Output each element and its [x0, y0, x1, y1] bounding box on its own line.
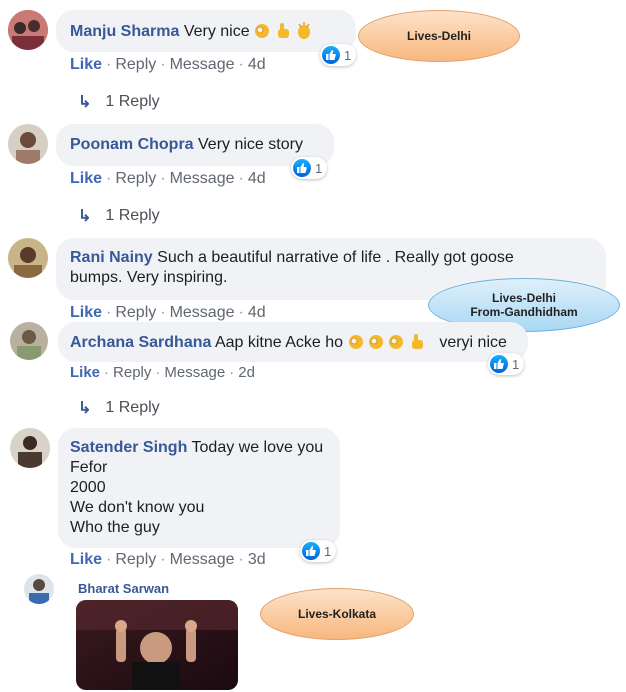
commenter-name[interactable]: Rani Nainy — [70, 249, 153, 266]
reply-arrow-icon: ↳ — [78, 400, 92, 417]
comment-bubble: Satender Singh Today we love you Fefor 2… — [58, 428, 340, 548]
like-link[interactable]: Like — [70, 364, 100, 381]
ok-hand-emoji-icon — [368, 332, 384, 350]
comment-actions: Like · Reply · Message · 2d — [70, 364, 255, 381]
like-link[interactable]: Like — [70, 551, 102, 568]
avatar[interactable] — [10, 428, 50, 468]
message-link[interactable]: Message — [170, 551, 235, 568]
timestamp[interactable]: 2d — [238, 364, 255, 381]
gif-attachment[interactable] — [76, 600, 238, 690]
comment-text: Very nice — [183, 23, 250, 40]
reply-link[interactable]: Reply — [115, 304, 156, 321]
comment-text: Such a beautiful narrative of life . Rea… — [157, 249, 514, 266]
view-replies-link[interactable]: ↳ 1 Reply — [78, 398, 160, 418]
clapping-emoji-icon — [295, 21, 311, 39]
reply-link[interactable]: Reply — [113, 364, 151, 381]
annotation-lives-delhi: Lives-Delhi — [358, 10, 520, 62]
comment-actions: Like · Reply · Message · 4d — [70, 56, 266, 73]
like-reaction-icon — [490, 355, 508, 373]
like-reaction-icon — [293, 159, 311, 177]
reaction-count[interactable]: 1 — [320, 44, 357, 66]
ok-hand-emoji-icon — [388, 332, 404, 350]
comment-bubble: Poonam Chopra Very nice story — [56, 124, 334, 166]
avatar[interactable] — [24, 574, 54, 604]
avatar[interactable] — [8, 10, 48, 50]
commenter-name[interactable]: Bharat Sarwan — [78, 581, 169, 596]
comment-text: Aap kitne Acke ho — [214, 334, 344, 351]
comment-text: Today we love you — [191, 439, 324, 456]
ok-hand-emoji-icon — [254, 21, 270, 39]
message-link[interactable]: Message — [170, 170, 235, 187]
comment-text-after: veryi nice — [439, 334, 507, 351]
comment-line: Fefor — [70, 459, 108, 476]
message-link[interactable]: Message — [170, 56, 235, 73]
like-link[interactable]: Like — [70, 56, 102, 73]
avatar[interactable] — [8, 124, 48, 164]
comment-bubble: Archana Sardhana Aap kitne Acke ho veryi… — [58, 322, 528, 362]
timestamp[interactable]: 4d — [248, 56, 266, 73]
comment-line: Who the guy — [70, 519, 160, 536]
commenter-name[interactable]: Manju Sharma — [70, 23, 179, 40]
like-link[interactable]: Like — [70, 170, 102, 187]
reply-link[interactable]: Reply — [115, 56, 156, 73]
reaction-count[interactable]: 1 — [488, 353, 525, 375]
view-replies-link[interactable]: ↳ 1 Reply — [78, 92, 160, 112]
annotation-lives-kolkata: Lives-Kolkata — [260, 588, 414, 640]
thumbs-up-emoji-icon — [409, 332, 425, 350]
message-link[interactable]: Message — [170, 304, 235, 321]
reply-link[interactable]: Reply — [115, 170, 156, 187]
reaction-count[interactable]: 1 — [300, 540, 337, 562]
avatar[interactable] — [8, 238, 48, 278]
comment-line: We don't know you — [70, 499, 205, 516]
commenter-name[interactable]: Archana Sardhana — [70, 334, 211, 351]
commenter-name[interactable]: Poonam Chopra — [70, 136, 194, 153]
reply-link[interactable]: Reply — [115, 551, 156, 568]
comment-text-line2: bumps. Very inspiring. — [70, 269, 228, 286]
avatar[interactable] — [10, 322, 48, 360]
thumbs-up-emoji-icon — [275, 21, 291, 39]
commenter-name[interactable]: Satender Singh — [70, 439, 187, 456]
view-replies-link[interactable]: ↳ 1 Reply — [78, 206, 160, 226]
comment-line: 2000 — [70, 479, 106, 496]
reply-arrow-icon: ↳ — [78, 208, 92, 225]
timestamp[interactable]: 4d — [248, 170, 266, 187]
comment-text: Very nice story — [198, 136, 303, 153]
like-reaction-icon — [322, 46, 340, 64]
reply-arrow-icon: ↳ — [78, 94, 92, 111]
comment-actions: Like · Reply · Message · 3d — [70, 551, 266, 568]
comment-actions: Like · Reply · Message · 4d — [70, 170, 266, 187]
timestamp[interactable]: 3d — [248, 551, 266, 568]
comment-actions: Like · Reply · Message · 4d — [70, 304, 266, 321]
comment-bubble: Manju Sharma Very nice — [56, 10, 356, 52]
ok-hand-emoji-icon — [348, 332, 364, 350]
timestamp[interactable]: 4d — [248, 304, 266, 321]
message-link[interactable]: Message — [164, 364, 225, 381]
like-reaction-icon — [302, 542, 320, 560]
like-link[interactable]: Like — [70, 304, 102, 321]
reaction-count[interactable]: 1 — [291, 157, 328, 179]
